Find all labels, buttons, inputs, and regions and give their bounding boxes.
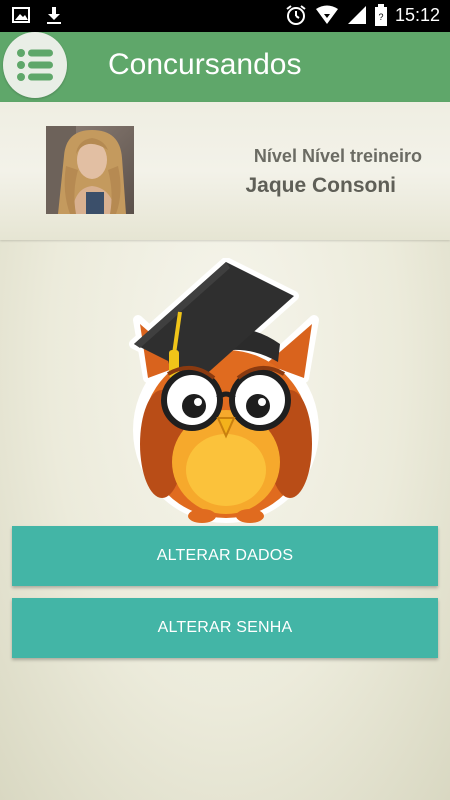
graduate-owl-mascot — [128, 257, 324, 526]
edit-data-button[interactable]: ALTERAR DADOS — [12, 526, 438, 586]
app-title: Concursandos — [108, 48, 302, 81]
app-bar: Concursandos — [0, 32, 450, 102]
status-bar: ? 15:12 — [0, 0, 450, 32]
user-name: Jaque Consoni — [245, 174, 396, 197]
alarm-icon — [286, 5, 306, 25]
user-level: Nível Nível treineiro — [253, 146, 422, 166]
svg-text:?: ? — [378, 12, 383, 22]
user-photo — [46, 126, 134, 214]
change-password-button[interactable]: ALTERAR SENHA — [12, 598, 438, 658]
system-icons: ? 15:12 — [285, 4, 440, 26]
profile-panel: Nível Nível treineiro Jaque Consoni — [0, 102, 450, 240]
avatar[interactable] — [46, 126, 134, 214]
menu-button[interactable] — [3, 32, 67, 98]
status-time: 15:12 — [394, 4, 440, 25]
image-icon — [12, 7, 30, 23]
battery-icon: ? — [374, 4, 387, 26]
download-icon — [47, 7, 61, 24]
notification-icons — [12, 6, 62, 26]
signal-icon — [347, 6, 366, 24]
list-menu-icon — [17, 49, 53, 81]
wifi-icon — [315, 5, 338, 24]
